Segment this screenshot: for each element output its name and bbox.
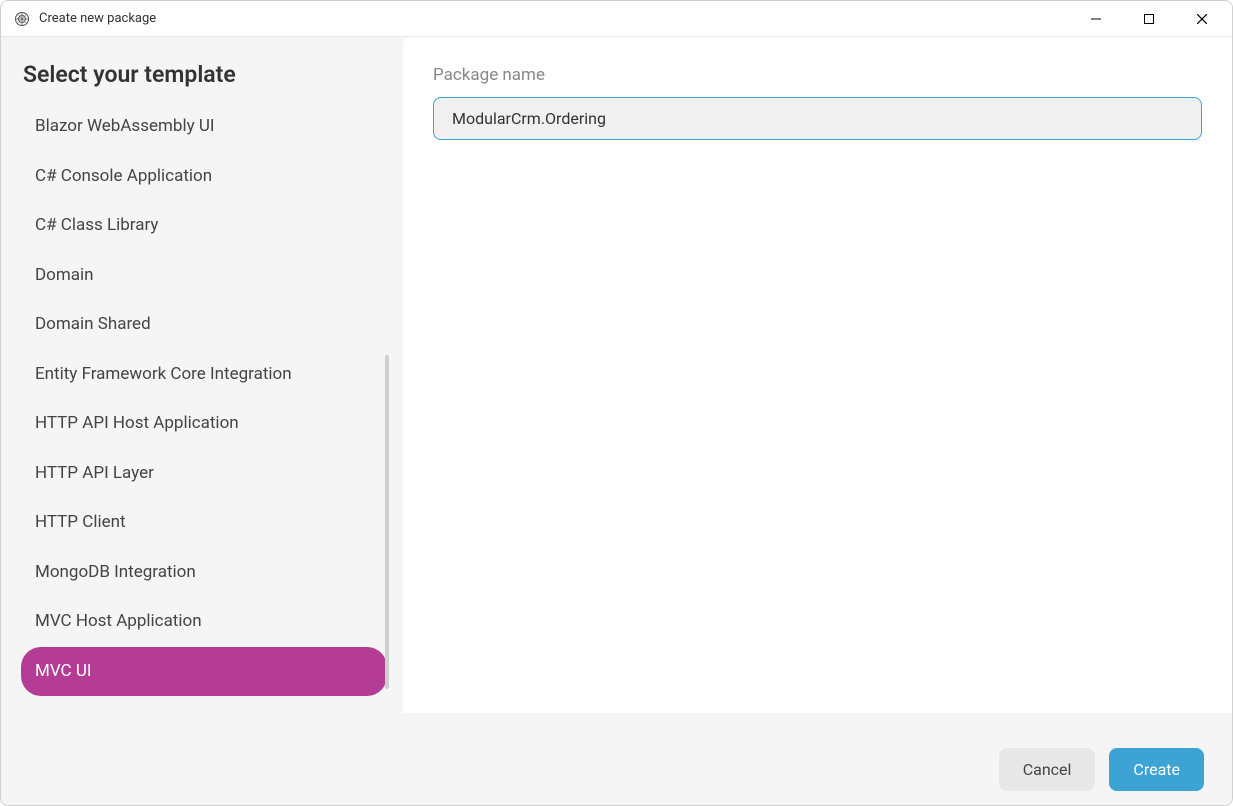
sidebar-scrollbar[interactable] bbox=[385, 355, 389, 689]
dialog-footer: Cancel Create bbox=[1, 734, 1232, 805]
template-item-domain[interactable]: Domain bbox=[21, 251, 387, 301]
app-icon bbox=[13, 10, 31, 28]
maximize-icon bbox=[1144, 14, 1154, 24]
template-item-http-api-host-application[interactable]: HTTP API Host Application bbox=[21, 399, 387, 449]
minimize-button[interactable] bbox=[1073, 4, 1118, 34]
template-item-entity-framework-core-integration[interactable]: Entity Framework Core Integration bbox=[21, 350, 387, 400]
template-item-csharp-class-library[interactable]: C# Class Library bbox=[21, 201, 387, 251]
cancel-button[interactable]: Cancel bbox=[999, 748, 1096, 791]
dialog-content: Select your template Blazor WebAssembly … bbox=[1, 37, 1232, 734]
window-controls bbox=[1073, 4, 1224, 34]
template-list: Blazor WebAssembly UI C# Console Applica… bbox=[21, 102, 387, 696]
template-item-http-api-layer[interactable]: HTTP API Layer bbox=[21, 449, 387, 499]
template-item-mongodb-integration[interactable]: MongoDB Integration bbox=[21, 548, 387, 598]
template-item-mvc-ui[interactable]: MVC UI bbox=[21, 647, 387, 697]
maximize-button[interactable] bbox=[1126, 4, 1171, 34]
template-item-csharp-console-application[interactable]: C# Console Application bbox=[21, 152, 387, 202]
package-name-label: Package name bbox=[433, 65, 1202, 85]
template-item-blazor-webassembly-ui[interactable]: Blazor WebAssembly UI bbox=[21, 102, 387, 152]
template-item-mvc-host-application[interactable]: MVC Host Application bbox=[21, 597, 387, 647]
template-item-http-client[interactable]: HTTP Client bbox=[21, 498, 387, 548]
close-button[interactable] bbox=[1179, 4, 1224, 34]
close-icon bbox=[1197, 14, 1207, 24]
window-title: Create new package bbox=[39, 11, 1073, 26]
main-panel: Package name bbox=[403, 37, 1232, 713]
minimize-icon bbox=[1091, 14, 1101, 24]
create-button[interactable]: Create bbox=[1109, 748, 1204, 791]
package-name-input[interactable] bbox=[433, 97, 1202, 140]
sidebar-heading: Select your template bbox=[21, 61, 387, 88]
dialog-window: Create new package Select bbox=[0, 0, 1233, 806]
template-sidebar: Select your template Blazor WebAssembly … bbox=[1, 37, 403, 734]
titlebar: Create new package bbox=[1, 1, 1232, 37]
template-item-domain-shared[interactable]: Domain Shared bbox=[21, 300, 387, 350]
